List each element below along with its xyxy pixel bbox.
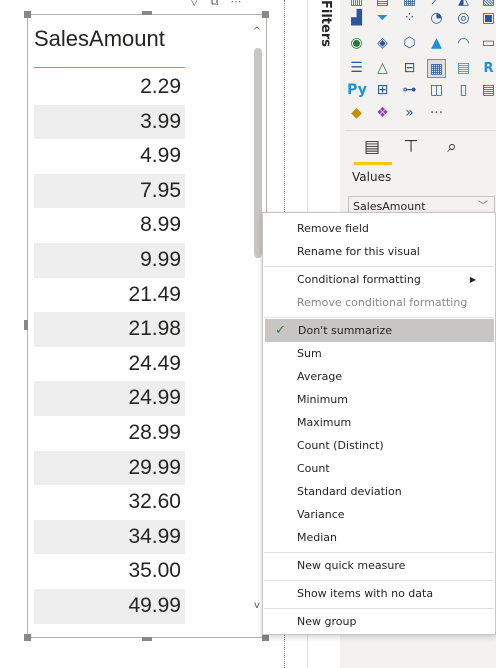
- resize-handle-bottom-left[interactable]: [24, 634, 31, 641]
- table-row[interactable]: 3.99: [34, 104, 185, 140]
- table-row[interactable]: 21.49: [34, 278, 185, 313]
- filter-icon[interactable]: ▽: [190, 0, 198, 9]
- pie-chart-icon[interactable]: ◔: [427, 9, 446, 28]
- table-row[interactable]: 32.60: [34, 485, 185, 520]
- resize-handle-bottom-right[interactable]: [262, 634, 269, 641]
- more-options-icon[interactable]: ⋯: [230, 0, 241, 9]
- menu-item-average[interactable]: Average: [264, 365, 494, 388]
- donut-chart-icon[interactable]: ◎: [454, 9, 473, 28]
- menu-item-new-quick-measure[interactable]: New quick measure: [264, 554, 494, 577]
- table-row[interactable]: 35.00: [34, 554, 185, 589]
- check-icon: ✓: [275, 323, 286, 338]
- scrollbar-thumb[interactable]: [254, 48, 262, 258]
- menu-item-standard-deviation[interactable]: Standard deviation: [264, 480, 494, 503]
- menu-item-count[interactable]: Count: [264, 457, 494, 480]
- menu-divider: [264, 266, 494, 267]
- menu-item-show-items-no-data[interactable]: Show items with no data: [264, 582, 494, 605]
- funnel-chart-icon[interactable]: ⏷: [373, 9, 392, 28]
- table-row[interactable]: 34.99: [34, 519, 185, 555]
- table-rows: 2.29 3.99 4.99 7.95 8.99 9.99 21.49 21.9…: [34, 70, 185, 624]
- table-row[interactable]: 8.99: [34, 208, 185, 243]
- power-apps-icon[interactable]: ◆: [347, 104, 366, 123]
- more-visuals-icon[interactable]: ···: [427, 104, 446, 123]
- resize-handle-top-right[interactable]: [262, 11, 269, 18]
- multi-row-card-icon[interactable]: ☰: [347, 59, 366, 78]
- menu-item-sum[interactable]: Sum: [264, 342, 494, 365]
- fields-tab-icon[interactable]: ▤: [359, 136, 385, 158]
- python-visual-icon[interactable]: Py: [345, 81, 369, 100]
- table-row[interactable]: 7.95: [34, 173, 185, 209]
- map-icon[interactable]: ◉: [347, 34, 366, 53]
- kpi-icon[interactable]: △: [373, 59, 392, 78]
- table-row[interactable]: 49.99: [34, 588, 185, 624]
- menu-item-label: Don't summarize: [298, 324, 392, 337]
- menu-item-variance[interactable]: Variance: [264, 503, 494, 526]
- menu-item-remove-conditional-formatting: Remove conditional formatting: [297, 296, 468, 309]
- scatter-chart-icon[interactable]: ⁘: [400, 9, 419, 28]
- table-row[interactable]: 24.99: [34, 381, 185, 416]
- resize-handle-left[interactable]: [24, 320, 28, 330]
- arcgis-icon[interactable]: »: [400, 104, 419, 123]
- resize-handle-bottom[interactable]: [142, 637, 152, 641]
- pane-divider: [345, 130, 496, 131]
- menu-divider: [264, 608, 494, 609]
- menu-item-minimum[interactable]: Minimum: [264, 388, 494, 411]
- menu-item-rename[interactable]: Rename for this visual: [264, 240, 494, 263]
- power-automate-icon[interactable]: ❖: [373, 104, 392, 123]
- table-row[interactable]: 24.49: [34, 347, 185, 382]
- menu-item-remove-field[interactable]: Remove field: [264, 217, 494, 240]
- resize-handle-top[interactable]: [142, 11, 152, 15]
- analytics-magnifier-icon[interactable]: ⌕: [439, 136, 465, 158]
- menu-item-count-distinct[interactable]: Count (Distinct): [264, 434, 494, 457]
- azure-map-icon[interactable]: ▲: [427, 34, 446, 53]
- table-row[interactable]: 28.99: [34, 416, 185, 451]
- paginated-report-icon[interactable]: ▯: [454, 81, 473, 100]
- menu-item-median[interactable]: Median: [264, 526, 494, 549]
- resize-handle-top-left[interactable]: [24, 11, 31, 18]
- active-tab-indicator: [354, 162, 392, 165]
- waterfall-chart-icon[interactable]: ▟: [347, 9, 366, 28]
- qna-icon[interactable]: ◫: [427, 81, 446, 100]
- menu-item-maximum[interactable]: Maximum: [264, 411, 494, 434]
- table-viz-icon[interactable]: ▦: [427, 59, 446, 78]
- table-row[interactable]: 4.99: [34, 139, 185, 174]
- filters-label[interactable]: Filters: [313, 0, 333, 47]
- menu-divider: [264, 552, 494, 553]
- header-underline: [34, 67, 185, 68]
- decomposition-tree-icon[interactable]: ⊶: [400, 81, 419, 100]
- menu-item-dont-summarize[interactable]: ✓ Don't summarize: [265, 319, 494, 342]
- table-row[interactable]: 9.99: [34, 242, 185, 278]
- smart-narrative-icon[interactable]: ▤: [479, 81, 496, 100]
- submenu-arrow-icon: ▶: [469, 275, 476, 284]
- r-visual-icon[interactable]: R: [479, 59, 496, 78]
- menu-item-new-group[interactable]: New group: [264, 610, 494, 633]
- slicer-icon[interactable]: ⊟: [400, 59, 419, 78]
- card-icon[interactable]: ▭: [479, 34, 496, 53]
- visual-header: ▽ ⧉ ⋯: [190, 0, 268, 9]
- key-influencers-icon[interactable]: ⊞: [373, 81, 392, 100]
- menu-divider: [264, 317, 494, 318]
- filled-map-icon[interactable]: ◈: [373, 34, 392, 53]
- treemap-icon[interactable]: ▣: [479, 9, 496, 28]
- field-context-menu: Remove field Rename for this visual Cond…: [262, 212, 496, 635]
- table-row[interactable]: 21.98: [34, 312, 185, 347]
- shape-map-icon[interactable]: ⬡: [400, 34, 419, 53]
- column-header-salesamount[interactable]: SalesAmount: [34, 26, 184, 52]
- menu-item-label: Conditional formatting: [297, 273, 421, 286]
- focus-mode-icon[interactable]: ⧉: [210, 0, 218, 9]
- gauge-icon[interactable]: ◠: [454, 34, 473, 53]
- values-well-label: Values: [352, 170, 392, 184]
- table-row[interactable]: 2.29: [34, 70, 185, 105]
- matrix-icon[interactable]: ▤: [454, 59, 473, 78]
- menu-item-conditional-formatting[interactable]: Conditional formatting ▶: [264, 268, 494, 291]
- scroll-up-icon[interactable]: ^: [251, 26, 263, 37]
- format-paint-roller-icon[interactable]: ⊤: [398, 136, 424, 158]
- table-row[interactable]: 29.99: [34, 450, 185, 486]
- menu-divider: [264, 580, 494, 581]
